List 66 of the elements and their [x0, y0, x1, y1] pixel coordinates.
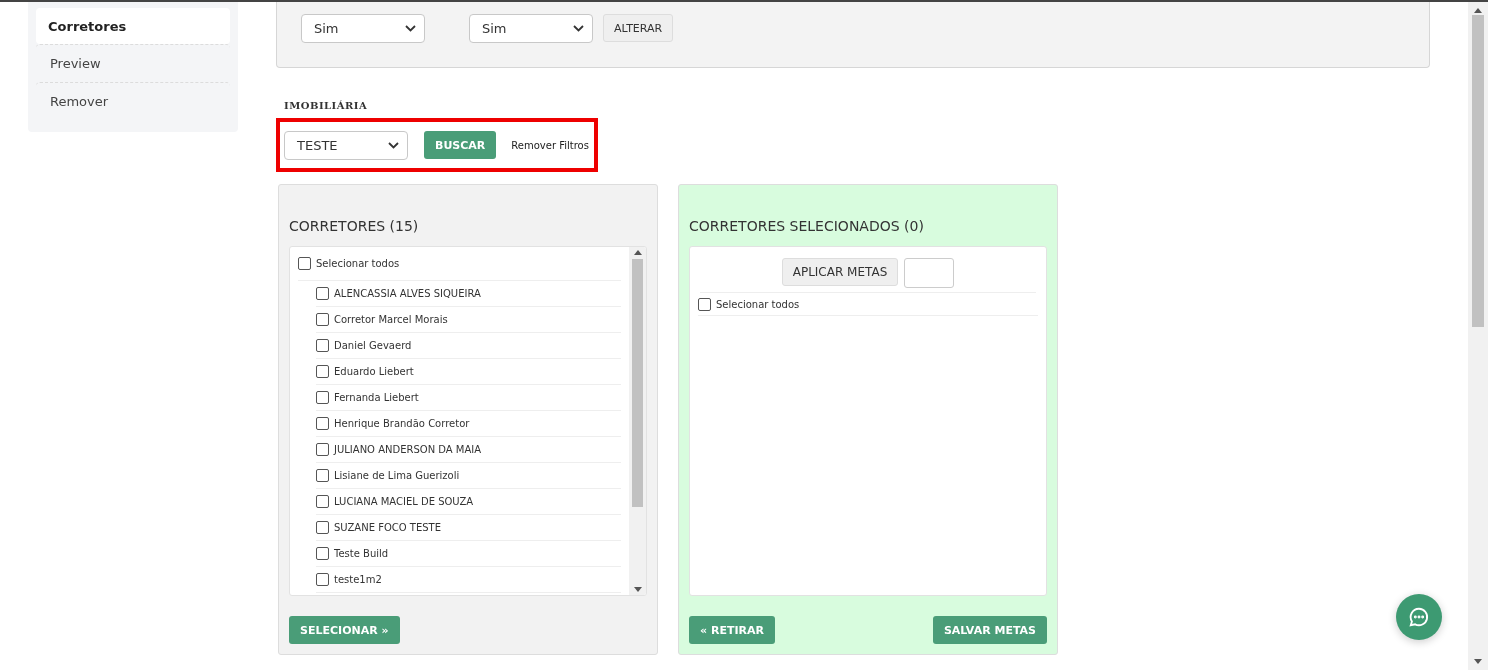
broker-name: Corretor Marcel Morais	[334, 314, 448, 325]
scrollbar[interactable]	[629, 247, 646, 595]
broker-name: Henrique Brandão Corretor	[334, 418, 470, 429]
broker-name: LUCIANA MACIEL DE SOUZA	[334, 496, 474, 507]
checkbox[interactable]	[316, 365, 329, 378]
broker-row[interactable]: SUZANE FOCO TESTE	[316, 515, 621, 541]
broker-name: Daniel Gevaerd	[334, 340, 412, 351]
goal-input-field[interactable]	[904, 258, 955, 288]
broker-name: Lisiane de Lima Guerizoli	[334, 470, 460, 481]
checkbox[interactable]	[316, 339, 329, 352]
broker-row[interactable]: Corretor Marcel Morais	[316, 307, 621, 333]
broker-row[interactable]: ALENCASSIA ALVES SIQUEIRA	[316, 281, 621, 307]
sidebar-item[interactable]: Preview	[36, 44, 230, 82]
section-heading: IMOBILIÁRIA	[284, 100, 369, 112]
chevron-down-icon	[573, 25, 584, 32]
checkbox[interactable]	[316, 521, 329, 534]
broker-name: Fernanda Liebert	[334, 392, 419, 403]
broker-row[interactable]: JULIANO ANDERSON DA MAIA	[316, 437, 621, 463]
broker-row[interactable]: Henrique Brandão Corretor	[316, 411, 621, 437]
broker-name: SUZANE FOCO TESTE	[334, 522, 442, 533]
broker-name: Eduardo Liebert	[334, 366, 414, 377]
card-title: CORRETORES SELECIONADOS (0)	[689, 218, 925, 236]
checkbox[interactable]	[316, 573, 329, 586]
alter-button[interactable]: ALTERAR	[603, 14, 674, 42]
select-all-row[interactable]: Selecionar todos	[698, 293, 1038, 316]
page-scrollbar[interactable]	[1468, 2, 1488, 670]
scroll-up-icon[interactable]	[1474, 8, 1482, 13]
broker-row[interactable]: Daniel Gevaerd	[316, 333, 621, 359]
scroll-down-icon[interactable]	[1474, 659, 1482, 664]
card-title: CORRETORES (15)	[289, 218, 420, 236]
select-dropdown[interactable]: TESTE	[284, 130, 408, 160]
checkbox[interactable]	[316, 313, 329, 326]
checkbox[interactable]	[298, 257, 311, 270]
broker-name: JULIANO ANDERSON DA MAIA	[334, 444, 482, 455]
scroll-down-icon[interactable]	[633, 586, 642, 592]
broker-name: ALENCASSIA ALVES SIQUEIRA	[334, 288, 481, 299]
checkbox[interactable]	[316, 495, 329, 508]
chat-bubble-icon	[1408, 606, 1430, 628]
chevron-down-icon	[388, 141, 399, 149]
checkbox-label: Selecionar todos	[716, 298, 800, 310]
broker-row[interactable]: Teste Build	[316, 541, 621, 567]
broker-name: teste1m2	[334, 574, 382, 585]
checkbox[interactable]	[316, 469, 329, 482]
checkbox[interactable]	[316, 547, 329, 560]
broker-row[interactable]: teste1m2	[316, 567, 621, 593]
sidebar-item[interactable]: Remover	[36, 82, 230, 120]
remove-filters-link[interactable]: Remover Filtros	[511, 139, 589, 151]
broker-row[interactable]: Fernanda Liebert	[316, 385, 621, 411]
broker-row[interactable]: Eduardo Liebert	[316, 359, 621, 385]
broker-row[interactable]: Lisiane de Lima Guerizoli	[316, 463, 621, 489]
sidebar-item[interactable]: Corretores	[36, 8, 230, 44]
select-dropdown[interactable]: Sim	[469, 14, 593, 43]
chevron-down-icon	[405, 25, 416, 32]
checkbox[interactable]	[316, 391, 329, 404]
scroll-up-icon[interactable]	[633, 249, 642, 255]
apply-goals-button[interactable]: APLICAR METAS	[781, 258, 899, 286]
select-dropdown[interactable]: Sim	[301, 14, 425, 43]
broker-row[interactable]: LUCIANA MACIEL DE SOUZA	[316, 489, 621, 515]
broker-name: Teste Build	[334, 548, 389, 559]
checkbox[interactable]	[316, 287, 329, 300]
checkbox-label: Selecionar todos	[316, 258, 400, 269]
checkbox[interactable]	[316, 417, 329, 430]
chat-button[interactable]	[1396, 594, 1442, 640]
checkbox[interactable]	[698, 297, 711, 311]
checkbox[interactable]	[316, 443, 329, 456]
select-all-row[interactable]: Selecionar todos	[298, 247, 621, 281]
